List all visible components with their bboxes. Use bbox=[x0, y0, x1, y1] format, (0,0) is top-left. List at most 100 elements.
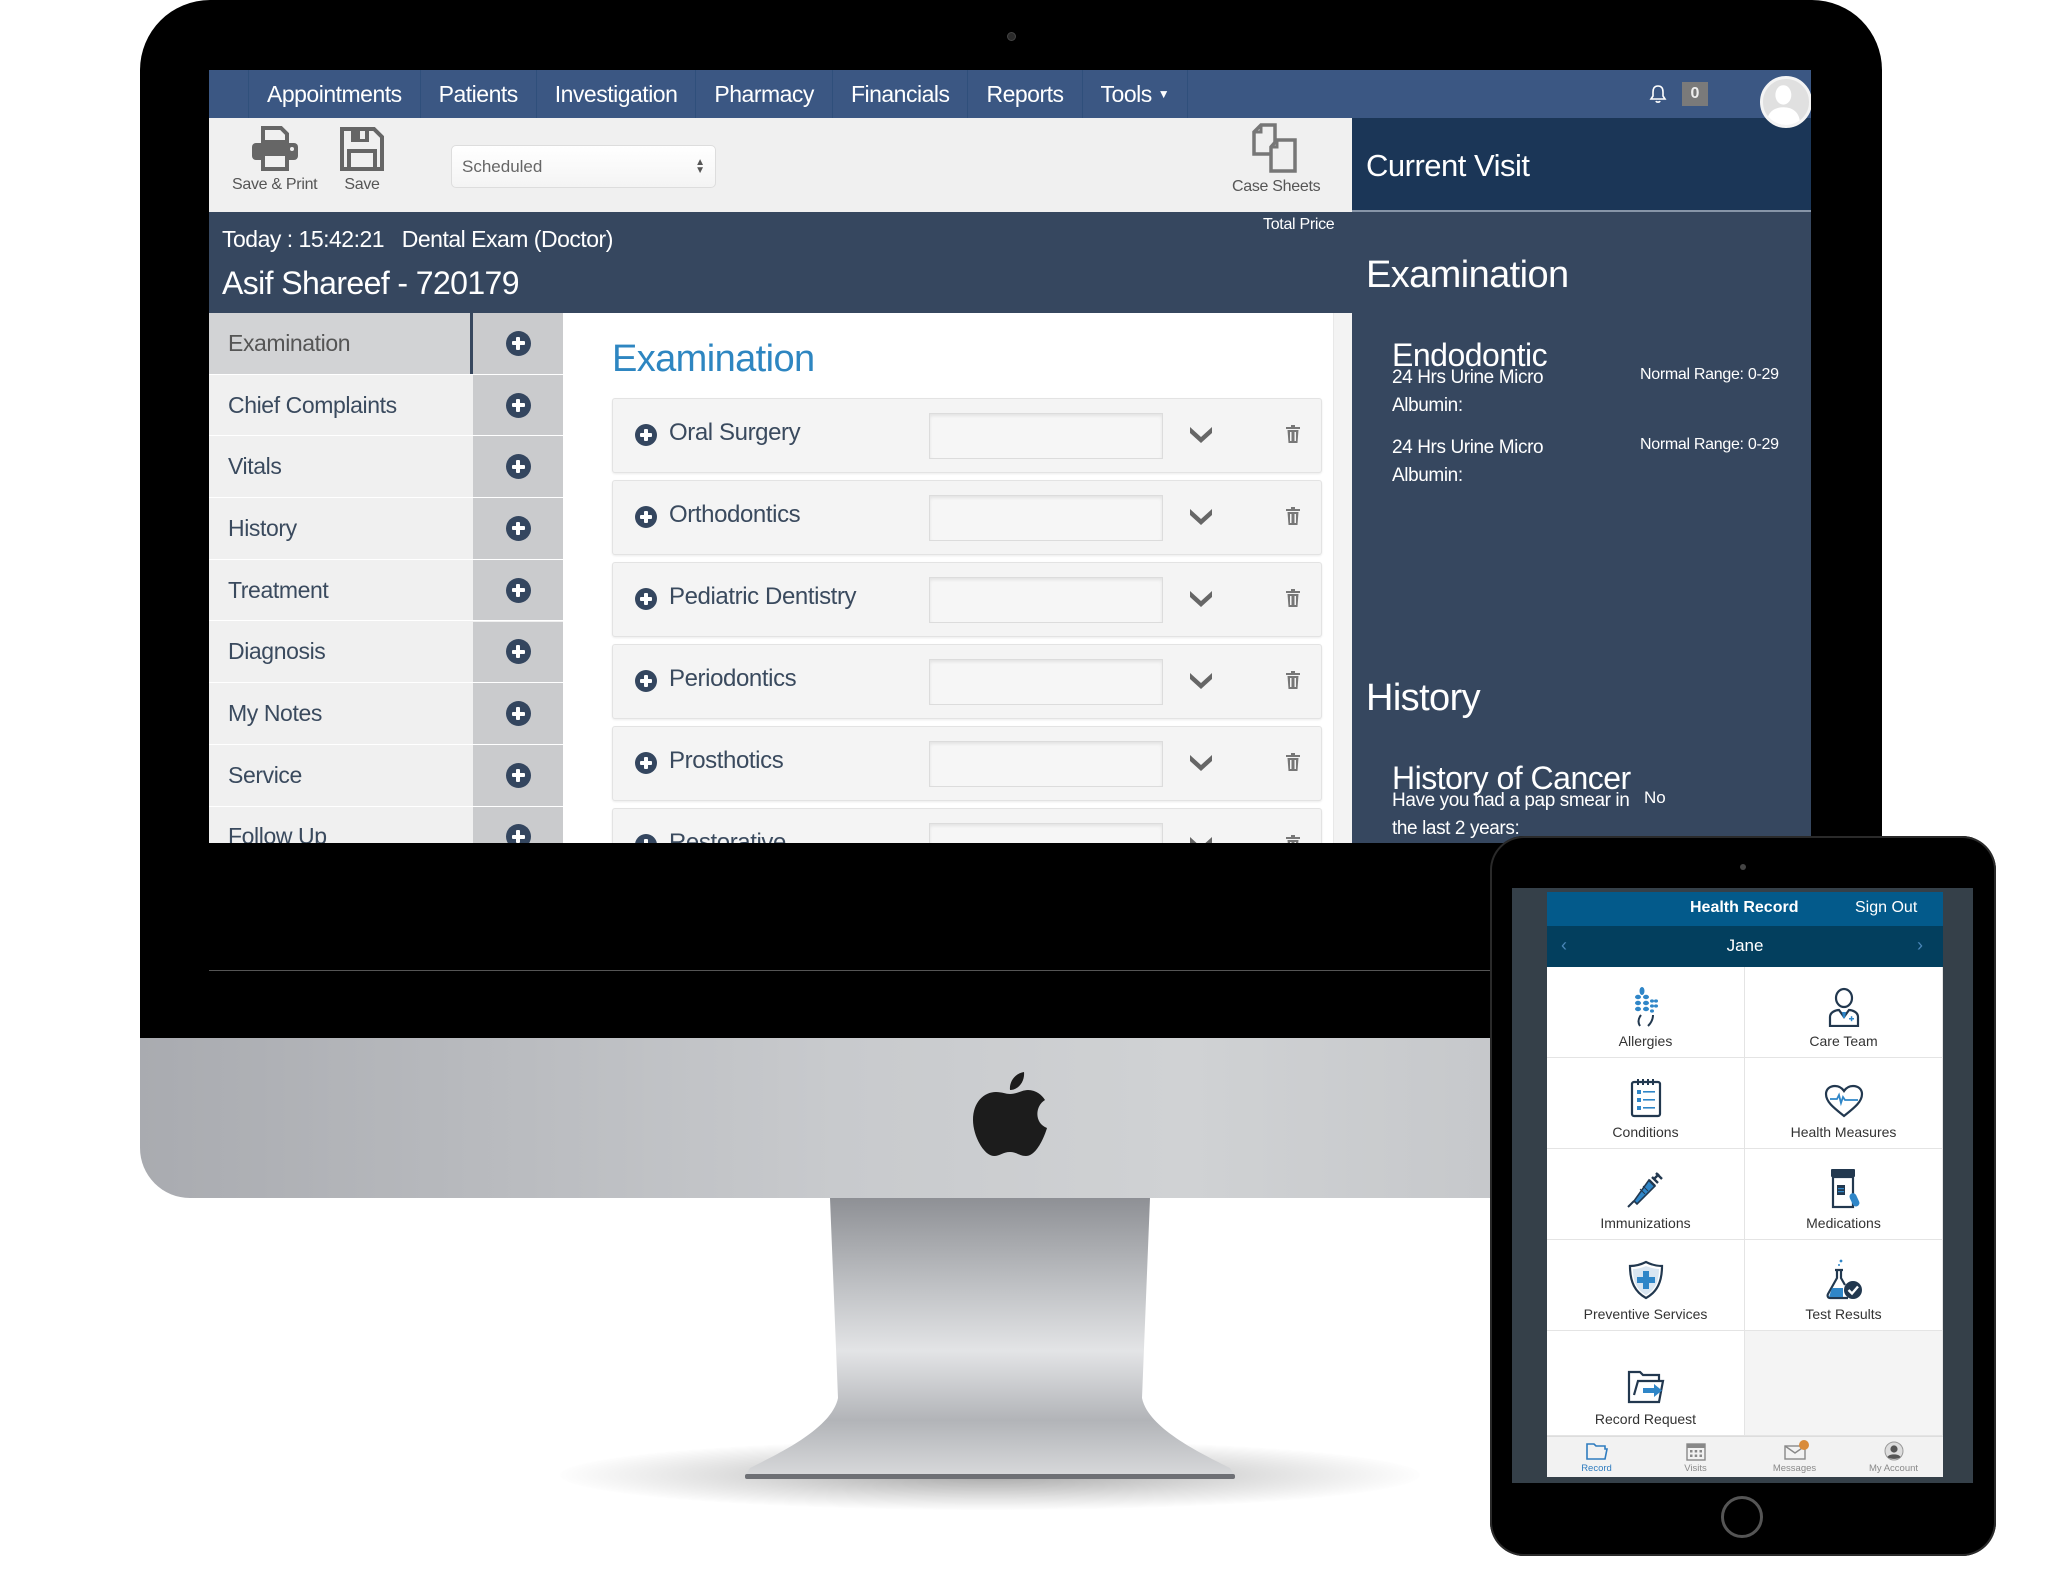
plus-circle-icon[interactable] bbox=[635, 670, 657, 692]
tile-allergies[interactable]: Allergies bbox=[1547, 967, 1745, 1058]
sidebar-item-label[interactable]: Diagnosis bbox=[209, 622, 473, 683]
plus-circle-icon bbox=[505, 762, 531, 788]
add-treatment-button[interactable] bbox=[473, 559, 563, 621]
exam-row-label: Periodontics bbox=[669, 665, 797, 692]
add-diagnosis-button[interactable] bbox=[473, 621, 563, 683]
tile-preventive-services[interactable]: Preventive Services bbox=[1547, 1240, 1745, 1331]
trash-icon[interactable] bbox=[1286, 835, 1300, 843]
sidebar-item-label[interactable]: Follow Up bbox=[209, 807, 473, 843]
case-sheets-button[interactable]: Case Sheets bbox=[1232, 122, 1321, 196]
tile-medications[interactable]: Medications bbox=[1745, 1149, 1943, 1240]
chevron-down-icon[interactable] bbox=[1188, 587, 1214, 609]
save-print-label: Save & Print bbox=[232, 176, 318, 193]
tile-label: Preventive Services bbox=[1583, 1306, 1708, 1322]
exam-value-input[interactable] bbox=[929, 741, 1163, 787]
sidebar-item-service[interactable]: Service bbox=[209, 744, 563, 807]
chevron-left-icon[interactable]: ‹ bbox=[1561, 935, 1567, 956]
tile-test-results[interactable]: Test Results bbox=[1745, 1240, 1943, 1331]
chevron-down-icon[interactable] bbox=[1188, 423, 1214, 445]
exam-value-input[interactable] bbox=[929, 413, 1163, 459]
tile-conditions[interactable]: Conditions bbox=[1547, 1058, 1745, 1149]
tablet-home-button[interactable] bbox=[1721, 1496, 1763, 1538]
tile-care-team[interactable]: Care Team bbox=[1745, 967, 1943, 1058]
tile-immunizations[interactable]: Immunizations bbox=[1547, 1149, 1745, 1240]
cv-exam-item-label: 24 Hrs Urine Micro Albumin: bbox=[1392, 437, 1544, 486]
nav-financials[interactable]: Financials bbox=[833, 70, 969, 118]
exam-row-periodontics: Periodontics bbox=[612, 644, 1322, 719]
user-avatar[interactable] bbox=[1760, 76, 1811, 128]
checklist-icon bbox=[1630, 1079, 1661, 1118]
notification-count-badge[interactable]: 0 bbox=[1682, 82, 1708, 106]
nav-patients[interactable]: Patients bbox=[421, 70, 537, 118]
sign-out-button[interactable]: Sign Out bbox=[1855, 899, 1917, 917]
sidebar-item-examination[interactable]: Examination bbox=[209, 313, 563, 375]
add-my-notes-button[interactable] bbox=[473, 683, 563, 744]
account-icon bbox=[1884, 1441, 1903, 1460]
content-scrollbar[interactable] bbox=[1333, 313, 1352, 843]
add-examination-button[interactable] bbox=[473, 313, 563, 374]
chevron-right-icon[interactable]: › bbox=[1917, 935, 1923, 956]
sidebar-item-label[interactable]: My Notes bbox=[209, 683, 473, 744]
add-follow-up-button[interactable] bbox=[473, 806, 563, 843]
status-select-value: Scheduled bbox=[462, 156, 543, 176]
save-button[interactable]: Save bbox=[339, 126, 385, 194]
sidebar-item-label[interactable]: Service bbox=[209, 745, 473, 806]
sidebar-item-label[interactable]: Chief Complaints bbox=[209, 375, 473, 436]
tab-messages[interactable]: Messages bbox=[1745, 1437, 1844, 1477]
tile-label: Test Results bbox=[1805, 1306, 1882, 1322]
sidebar-item-chief-complaints[interactable]: Chief Complaints bbox=[209, 374, 563, 437]
sidebar-item-treatment[interactable]: Treatment bbox=[209, 559, 563, 622]
tile-health-measures[interactable]: Health Measures bbox=[1745, 1058, 1943, 1149]
save-print-button[interactable]: Save & Print bbox=[232, 126, 318, 194]
patient-switcher: Jane ‹ › bbox=[1547, 926, 1943, 967]
chevron-down-icon[interactable] bbox=[1188, 669, 1214, 691]
nav-label: Appointments bbox=[267, 80, 402, 107]
plus-circle-icon[interactable] bbox=[635, 752, 657, 774]
bell-icon[interactable] bbox=[1649, 84, 1667, 104]
tab-visits[interactable]: Visits bbox=[1646, 1437, 1745, 1477]
nav-pharmacy[interactable]: Pharmacy bbox=[696, 70, 833, 118]
plus-circle-icon[interactable] bbox=[635, 424, 657, 446]
exam-row-oral-surgery: Oral Surgery bbox=[612, 398, 1322, 473]
trash-icon[interactable] bbox=[1286, 753, 1300, 771]
plus-circle-icon[interactable] bbox=[635, 834, 657, 843]
sidebar-item-label[interactable]: Examination bbox=[209, 313, 473, 374]
nav-reports[interactable]: Reports bbox=[968, 70, 1083, 118]
plus-circle-icon[interactable] bbox=[635, 506, 657, 528]
tab-my-account[interactable]: My Account bbox=[1844, 1437, 1943, 1477]
exam-value-input[interactable] bbox=[929, 659, 1163, 705]
tile-record-request[interactable]: Record Request bbox=[1547, 1331, 1745, 1436]
status-select[interactable]: Scheduled ▲ ▼ bbox=[451, 145, 716, 188]
sidebar-item-label[interactable]: Treatment bbox=[209, 560, 473, 621]
plus-circle-icon[interactable] bbox=[635, 588, 657, 610]
add-service-button[interactable] bbox=[473, 744, 563, 806]
sidebar-item-history[interactable]: History bbox=[209, 498, 563, 560]
sidebar-item-follow-up[interactable]: Follow Up bbox=[209, 806, 563, 843]
add-history-button[interactable] bbox=[473, 498, 563, 559]
nav-tools-dropdown[interactable]: Tools ▼ bbox=[1083, 70, 1189, 118]
sidebar-item-my-notes[interactable]: My Notes bbox=[209, 683, 563, 745]
copy-documents-icon bbox=[1252, 123, 1297, 173]
nav-appointments[interactable]: Appointments bbox=[249, 70, 421, 118]
sidebar-item-diagnosis[interactable]: Diagnosis bbox=[209, 621, 563, 684]
toolbar: Save & Print Save Scheduled ▲ ▼ Case Shee… bbox=[209, 118, 1352, 212]
trash-icon[interactable] bbox=[1286, 589, 1300, 607]
chevron-down-icon[interactable] bbox=[1188, 833, 1214, 843]
nav-investigation[interactable]: Investigation bbox=[537, 70, 697, 118]
trash-icon[interactable] bbox=[1286, 671, 1300, 689]
exam-value-input[interactable] bbox=[929, 577, 1163, 623]
add-chief-complaints-button[interactable] bbox=[473, 374, 563, 436]
trash-icon[interactable] bbox=[1286, 507, 1300, 525]
sidebar-item-label[interactable]: Vitals bbox=[209, 436, 473, 497]
exam-row-label: Restorative bbox=[669, 829, 786, 843]
sidebar-item-vitals[interactable]: Vitals bbox=[209, 436, 563, 499]
trash-icon[interactable] bbox=[1286, 425, 1300, 443]
sidebar-item-label[interactable]: History bbox=[209, 498, 473, 559]
add-vitals-button[interactable] bbox=[473, 436, 563, 498]
caret-down-icon: ▼ bbox=[1157, 87, 1170, 101]
tab-record[interactable]: Record bbox=[1547, 1437, 1646, 1477]
chevron-down-icon[interactable] bbox=[1188, 751, 1214, 773]
exam-value-input[interactable] bbox=[929, 823, 1163, 843]
chevron-down-icon[interactable] bbox=[1188, 505, 1214, 527]
exam-value-input[interactable] bbox=[929, 495, 1163, 541]
